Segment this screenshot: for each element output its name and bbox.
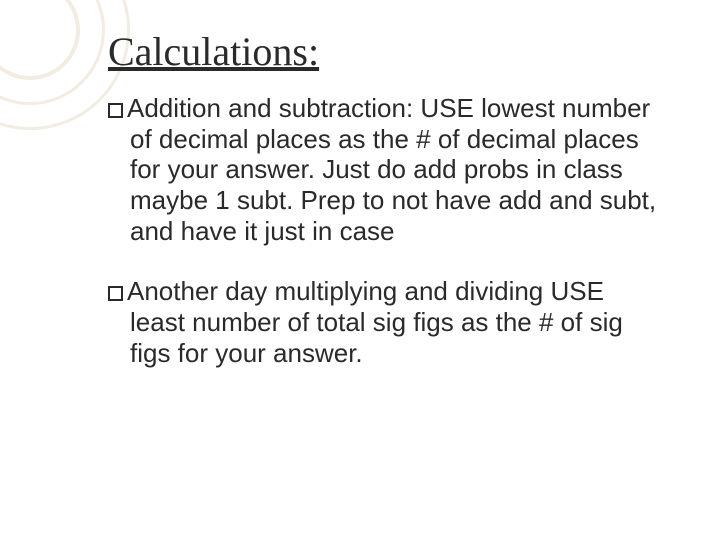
bullet-2: Another day multiplying and dividing USE… [108, 276, 660, 368]
slide-content: Calculations: Addition and subtraction: … [0, 0, 720, 540]
square-bullet-icon [108, 286, 123, 301]
bullet-1-lead: Addition and subtraction: [127, 93, 420, 123]
bullet-2-lead: Another day [127, 276, 274, 306]
bullet-1: Addition and subtraction: USE lowest num… [108, 93, 660, 246]
square-bullet-icon [108, 103, 123, 118]
slide-title: Calculations: [108, 28, 660, 75]
